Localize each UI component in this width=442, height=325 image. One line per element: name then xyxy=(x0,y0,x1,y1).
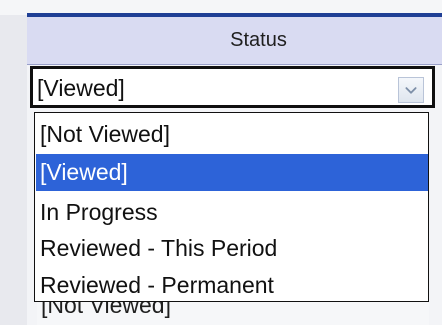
status-select[interactable]: [Viewed] xyxy=(30,66,435,108)
status-column-header[interactable]: Status xyxy=(27,17,442,65)
status-option-not-viewed[interactable]: [Not Viewed] xyxy=(36,116,428,153)
status-option-reviewed-permanent[interactable]: Reviewed - Permanent xyxy=(36,267,428,304)
status-option-in-progress[interactable]: In Progress xyxy=(36,194,428,231)
chevron-down-icon xyxy=(405,87,417,94)
left-panel-edge xyxy=(0,0,27,325)
status-option-reviewed-this-period[interactable]: Reviewed - This Period xyxy=(36,230,428,267)
next-row-status-cell[interactable]: [Not Viewed] xyxy=(37,302,429,325)
status-select-value: [Viewed] xyxy=(37,75,125,101)
dropdown-arrow-button[interactable] xyxy=(398,77,424,103)
status-header-label: Status xyxy=(230,29,287,51)
next-row-status-value: [Not Viewed] xyxy=(41,302,171,318)
status-dropdown-list: [Not Viewed] [Viewed] In Progress Review… xyxy=(34,112,429,302)
status-option-viewed[interactable]: [Viewed] xyxy=(36,154,428,191)
